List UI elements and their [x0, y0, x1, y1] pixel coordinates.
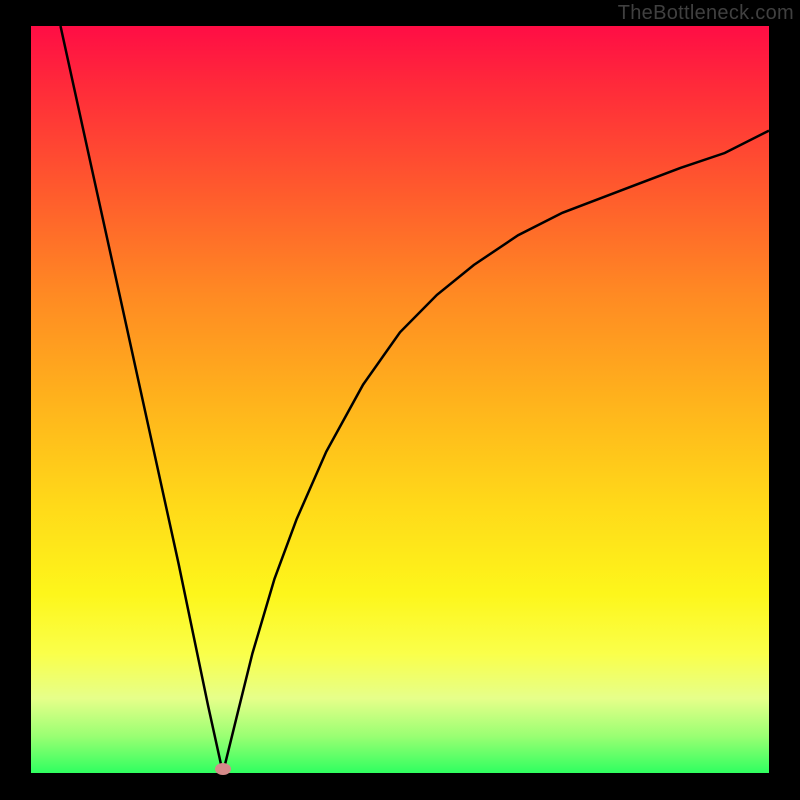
- minimum-marker: [215, 763, 231, 775]
- chart-container: TheBottleneck.com: [0, 0, 800, 800]
- curve-path: [61, 26, 770, 773]
- bottleneck-curve: [0, 0, 800, 800]
